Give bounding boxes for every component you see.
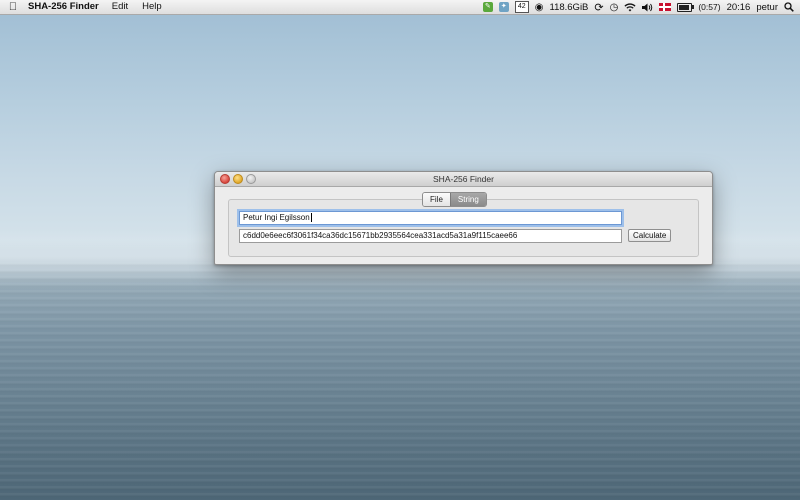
menu-edit[interactable]: Edit: [105, 0, 135, 14]
sync-icon[interactable]: ⟳: [594, 1, 603, 14]
window-title: SHA-256 Finder: [433, 174, 494, 184]
mode-tab-control: File String: [422, 192, 487, 207]
tab-string[interactable]: String: [449, 193, 486, 206]
spotlight-search-icon[interactable]: [784, 1, 794, 13]
clock[interactable]: 20:16: [727, 1, 751, 13]
disk-icon[interactable]: ◉: [535, 1, 544, 13]
tab-file[interactable]: File: [423, 193, 450, 206]
wifi-icon[interactable]: [624, 1, 636, 13]
battery-icon[interactable]: [677, 1, 695, 13]
battery-time[interactable]: (0:57): [698, 1, 720, 13]
menu-bar:  SHA-256 Finder Edit Help ✎ ✦ 42 ◉ 118.…: [0, 0, 800, 15]
text-caret: [310, 213, 312, 223]
disk-free-space[interactable]: 118.6GiB: [549, 1, 588, 13]
hash-output-field[interactable]: c6dd0e6eec6f3061f34ca36dc15671bb2935564c…: [239, 229, 622, 243]
sync-cube-icon[interactable]: ✦: [498, 2, 509, 12]
tab-content-box: [228, 199, 699, 257]
string-input-value: Petur Ingi Egilsson: [243, 213, 310, 222]
evernote-icon[interactable]: ✎: [482, 2, 493, 12]
app-menu[interactable]: SHA-256 Finder: [26, 0, 105, 14]
desktop-wallpaper-sea: [0, 262, 800, 500]
hash-output-value: c6dd0e6eec6f3061f34ca36dc15671bb2935564c…: [243, 231, 518, 240]
battery-fill: [679, 4, 689, 10]
calculate-button[interactable]: Calculate: [628, 229, 672, 242]
apple-menu-icon[interactable]: : [0, 0, 26, 14]
input-source-flag-icon[interactable]: [659, 3, 672, 11]
string-input[interactable]: Petur Ingi Egilsson: [239, 211, 622, 225]
window-titlebar[interactable]: SHA-256 Finder: [215, 172, 712, 187]
volume-icon[interactable]: [642, 1, 653, 13]
time-machine-icon[interactable]: ◷: [610, 1, 619, 13]
menu-help[interactable]: Help: [135, 0, 169, 14]
calendar-icon[interactable]: 42: [514, 1, 529, 13]
user-menu[interactable]: petur: [756, 1, 778, 13]
sha256-finder-window: SHA-256 Finder File String Petur Ingi Eg…: [214, 171, 713, 265]
